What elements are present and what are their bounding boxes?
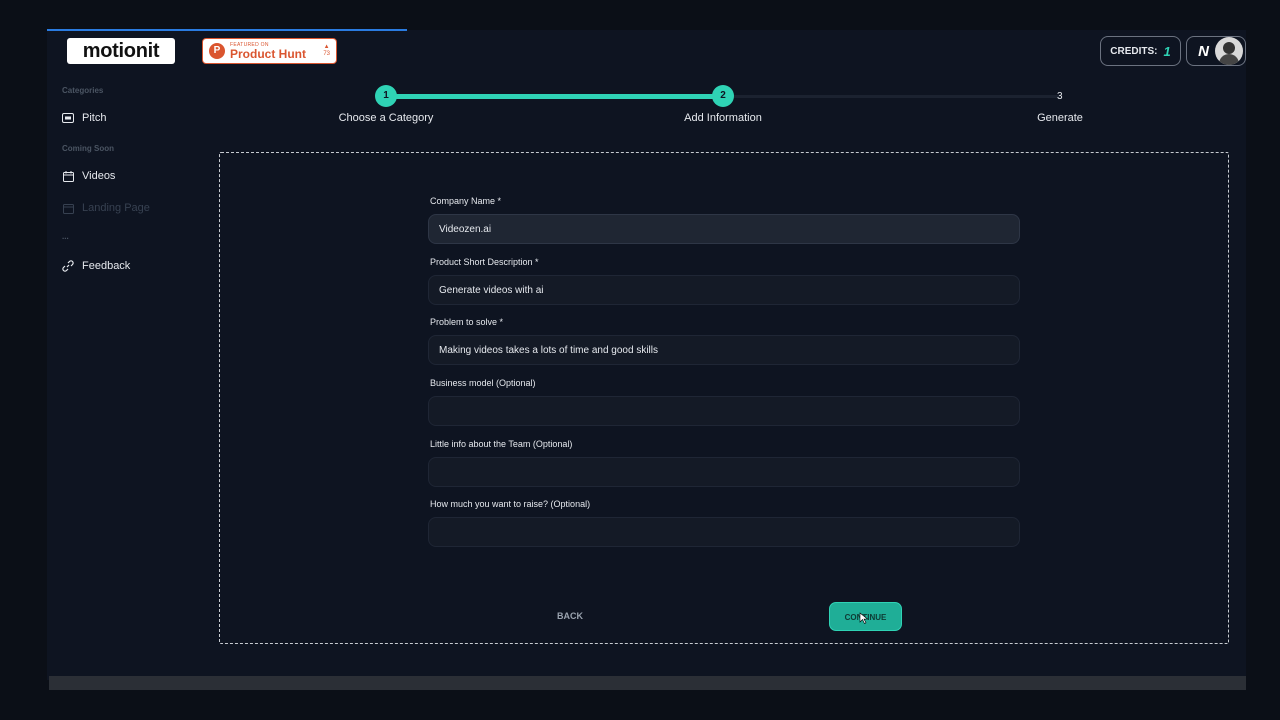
step-1-label: Choose a Category xyxy=(338,112,434,124)
business-model-input[interactable] xyxy=(428,396,1020,426)
credits-value: 1 xyxy=(1163,43,1171,59)
sidebar-item-landing-page: Landing Page xyxy=(62,202,150,214)
sidebar-item-videos[interactable]: Videos xyxy=(62,170,115,182)
user-initial: N xyxy=(1198,42,1209,60)
ph-title: Product Hunt xyxy=(230,46,306,61)
problem-label: Problem to solve * xyxy=(430,317,504,327)
loading-bar xyxy=(47,29,407,31)
calendar-icon xyxy=(62,170,74,182)
step-3-label: Generate xyxy=(1037,112,1083,124)
problem-input[interactable] xyxy=(428,335,1020,365)
sidebar-divider-dots: ... xyxy=(62,232,69,241)
mouse-cursor-icon xyxy=(859,612,869,624)
step-3-indicator: 3 xyxy=(1057,91,1063,102)
sidebar-item-label: Videos xyxy=(82,170,116,182)
ph-votes-count: 73 xyxy=(323,51,330,57)
product-hunt-icon: P xyxy=(209,43,225,59)
team-info-label: Little info about the Team (Optional) xyxy=(430,439,573,449)
motionit-logo[interactable]: motionit xyxy=(67,38,175,64)
sidebar-item-label: Pitch xyxy=(82,112,107,124)
raise-amount-input[interactable] xyxy=(428,517,1020,547)
raise-amount-label: How much you want to raise? (Optional) xyxy=(430,499,591,509)
sidebar-item-label: Feedback xyxy=(82,260,131,272)
pitch-icon xyxy=(62,112,74,124)
link-icon xyxy=(62,260,74,272)
sidebar-item-label: Landing Page xyxy=(82,202,150,214)
product-hunt-badge[interactable]: P FEATURED ON Product Hunt ▲ 73 xyxy=(202,38,337,64)
stepper-progress xyxy=(386,94,723,99)
product-description-input[interactable] xyxy=(428,275,1020,305)
credits-label: CREDITS: xyxy=(1110,45,1158,57)
upvote-arrow-icon: ▲ xyxy=(323,44,330,51)
step-1-indicator: 1 xyxy=(375,85,397,107)
team-info-input[interactable] xyxy=(428,457,1020,487)
avatar xyxy=(1215,37,1243,65)
product-description-label: Product Short Description * xyxy=(430,257,539,267)
sidebar-item-pitch[interactable]: Pitch xyxy=(62,112,106,124)
company-name-input[interactable] xyxy=(428,214,1020,244)
company-name-label: Company Name * xyxy=(430,196,502,206)
step-2-label: Add Information xyxy=(684,112,762,124)
horizontal-scrollbar[interactable] xyxy=(49,676,1246,690)
sidebar-section-categories: Categories xyxy=(62,86,104,95)
business-model-label: Business model (Optional) xyxy=(430,378,536,388)
user-menu-button[interactable]: N xyxy=(1186,36,1246,66)
credits-button[interactable]: CREDITS: 1 xyxy=(1100,36,1181,66)
calendar-icon xyxy=(62,202,74,214)
back-button[interactable]: BACK xyxy=(540,605,600,627)
step-2-indicator: 2 xyxy=(712,85,734,107)
sidebar-section-coming-soon: Coming Soon xyxy=(62,144,114,153)
sidebar-item-feedback[interactable]: Feedback xyxy=(62,260,130,272)
